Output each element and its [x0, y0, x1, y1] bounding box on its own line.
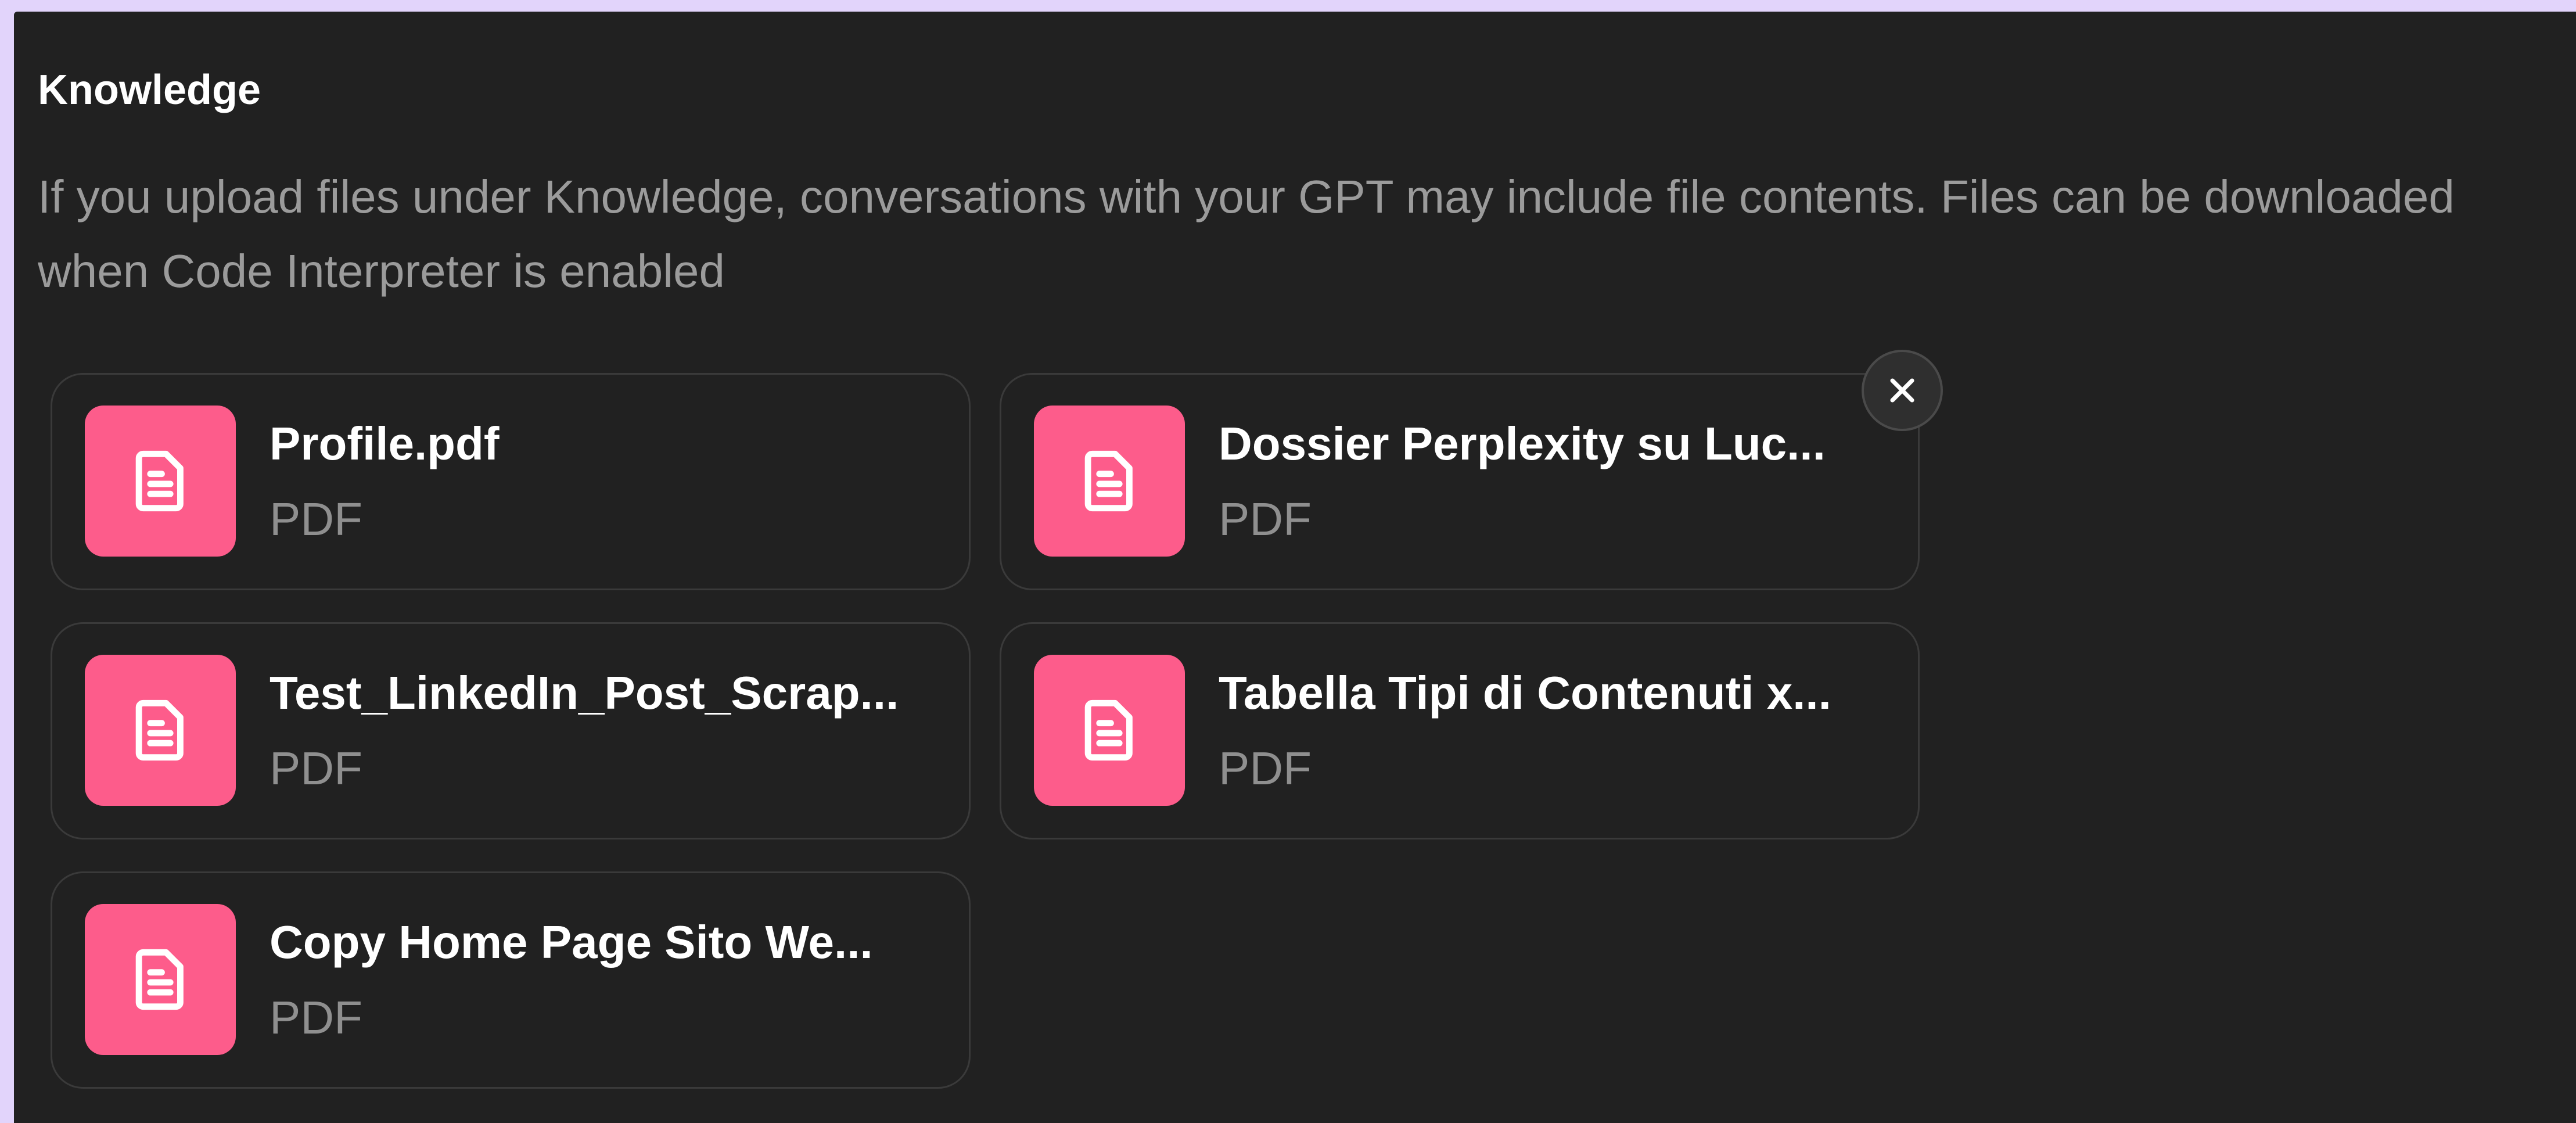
- document-icon: [85, 904, 236, 1055]
- document-icon: [1034, 406, 1185, 557]
- close-icon: [1890, 378, 1914, 403]
- file-name: Profile.pdf: [270, 418, 500, 469]
- file-type: PDF: [1219, 742, 1312, 794]
- file-name: Tabella Tipi di Contenuti x...: [1219, 667, 1831, 719]
- file-card-dossier[interactable]: Dossier Perplexity su Luc... PDF: [1000, 373, 1920, 590]
- file-type: PDF: [1219, 493, 1312, 545]
- file-card-profile[interactable]: Profile.pdf PDF: [51, 373, 971, 590]
- file-name: Dossier Perplexity su Luc...: [1219, 418, 1826, 469]
- file-name: Copy Home Page Sito We...: [270, 916, 873, 968]
- document-icon: [1034, 655, 1185, 806]
- file-card-test-linkedin[interactable]: Test_LinkedIn_Post_Scrap... PDF: [51, 622, 971, 839]
- file-name: Test_LinkedIn_Post_Scrap...: [270, 667, 899, 719]
- section-title: Knowledge: [38, 67, 261, 113]
- file-type: PDF: [270, 742, 362, 794]
- remove-file-button[interactable]: [1862, 350, 1943, 431]
- file-type: PDF: [270, 493, 362, 545]
- file-type: PDF: [270, 992, 362, 1043]
- file-card-copy-home-page[interactable]: Copy Home Page Sito We... PDF: [51, 871, 971, 1089]
- section-description: If you upload files under Knowledge, con…: [38, 171, 2455, 297]
- document-icon: [85, 406, 236, 557]
- file-card-tabella[interactable]: Tabella Tipi di Contenuti x... PDF: [1000, 622, 1920, 839]
- document-icon: [85, 655, 236, 806]
